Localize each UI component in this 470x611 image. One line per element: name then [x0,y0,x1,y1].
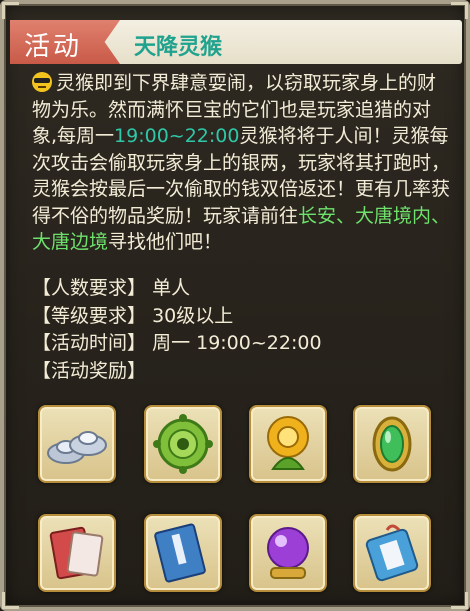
red-scroll-book-icon [49,526,104,580]
green-gear-orb-icon [153,414,213,474]
reward-slot-silver-ingots[interactable] [38,405,116,483]
reward-slot-blue-book[interactable] [144,514,222,592]
green-jade-gem-icon [372,416,412,472]
description-text: 寻找他们吧！ [108,231,223,253]
activity-panel: 活动 天降灵猴 灵猴即到下界肆意耍闹，以窃取玩家身上的财物为乐。然而满怀巨宝的它… [0,0,470,611]
blue-talisman-bag-icon [365,524,419,582]
reward-slot-red-scroll[interactable] [38,514,116,592]
reward-slot-blue-talisman[interactable] [353,514,431,592]
requirement-value: 周一 19:00~22:00 [152,332,322,354]
reward-slot-green-gear[interactable] [144,405,222,483]
requirement-row: 【活动时间】 周一 19:00~22:00 [32,330,322,358]
requirement-label: 【人数要求】 [32,277,147,299]
corner-ornament [2,592,19,609]
requirement-row: 【人数要求】 单人 [32,275,322,303]
reward-slot-purple-crystal[interactable] [249,514,327,592]
requirement-label: 【活动时间】 [32,332,147,354]
corner-ornament [451,2,468,19]
sunglasses-emoji-icon [32,72,52,92]
purple-crystal-ball-icon [267,527,309,579]
requirement-value: 单人 [152,277,191,299]
corner-ornament [451,592,468,609]
requirement-label: 【活动奖励】 [32,359,147,382]
requirement-label: 【等级要求】 [32,304,147,327]
blue-book-icon [154,523,206,583]
activity-tag-label: 活动 [24,32,83,62]
activity-description: 灵猴即到下界肆意耍闹，以窃取玩家身上的财物为乐。然而满怀巨宝的它们也是玩家追猎的… [32,70,452,256]
event-time-highlight: 19:00~22:00 [114,125,240,147]
corner-ornament [2,2,19,19]
silver-ingots-icon [47,431,107,464]
requirement-row: 【活动奖励】 [32,358,322,386]
reward-slot-golden-flower[interactable] [249,405,327,483]
requirement-value: 30级以上 [152,304,234,327]
requirement-row: 【等级要求】 30级以上 [32,303,322,331]
golden-flower-icon [267,416,309,470]
reward-slot-green-jade[interactable] [353,405,431,483]
requirements-list: 【人数要求】 单人 【等级要求】 30级以上 【活动时间】 周一 19:00~2… [32,275,322,385]
activity-title: 天降灵猴 [134,35,223,60]
